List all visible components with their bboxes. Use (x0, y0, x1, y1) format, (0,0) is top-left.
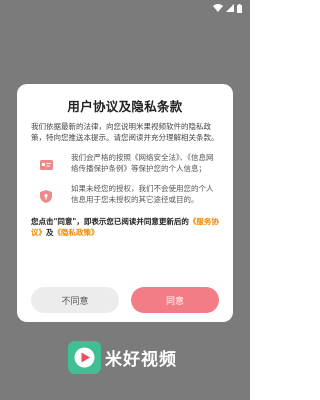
item-text: 如果未经您的授权，我们不会使用您的个人信息用于您未授权的其它途径或目的。 (71, 184, 214, 204)
disagree-button[interactable]: 不同意 (31, 287, 119, 313)
signal-icon (226, 4, 234, 12)
dialog-intro: 我们依据最新的法律，向您说明米果视频软件的隐私政策，特向您推送本提示。请您阅读并… (31, 122, 219, 142)
consent-notice: 您点击"同意"，即表示您已阅读并同意更新后的《服务协议》及《隐私政策》 (31, 216, 219, 238)
status-bar (0, 0, 250, 16)
privacy-dialog: 用户协议及隐私条款 我们依据最新的法律，向您说明米果视频软件的隐私政策，特向您推… (17, 84, 233, 322)
shield-icon (39, 189, 53, 203)
id-card-icon (39, 158, 53, 172)
agree-button[interactable]: 同意 (131, 287, 219, 313)
item-text: 我们会严格的按照《网络安全法》、《信息网络传播保护条例》等保护您的个人信息； (71, 153, 214, 173)
dialog-title: 用户协议及隐私条款 (67, 99, 183, 114)
notice-prefix: 您点击"同意"，即表示您已阅读并同意更新后的 (31, 217, 189, 226)
wifi-icon (213, 4, 223, 12)
notice-and: 及 (46, 228, 54, 237)
app-logo-icon (68, 340, 101, 374)
privacy-policy-link[interactable]: 《隐私政策》 (54, 228, 99, 237)
list-item: 如果未经您的授权，我们不会使用您的个人信息用于您未授权的其它途径或目的。 (31, 183, 219, 205)
battery-icon (237, 3, 242, 13)
screen: 用户协议及隐私条款 我们依据最新的法律，向您说明米果视频软件的隐私政策，特向您推… (0, 0, 250, 400)
brand: 米好视频 (68, 340, 177, 374)
list-item: 我们会严格的按照《网络安全法》、《信息网络传播保护条例》等保护您的个人信息； (31, 152, 219, 174)
app-name: 米好视频 (105, 349, 177, 370)
button-row: 不同意 同意 (31, 287, 219, 313)
